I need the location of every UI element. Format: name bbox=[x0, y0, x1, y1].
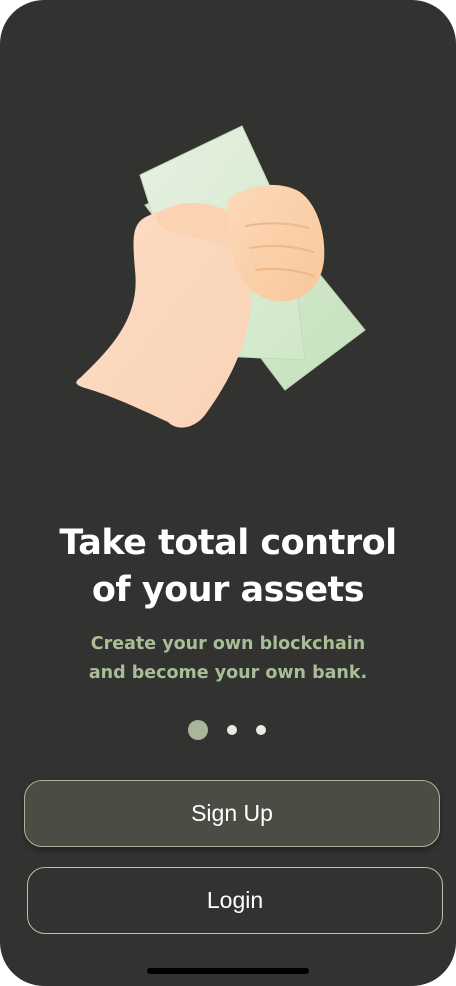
home-indicator bbox=[147, 968, 309, 974]
subtitle-line-1: Create your own blockchain bbox=[90, 634, 366, 654]
page-indicator bbox=[0, 718, 456, 742]
title-line-2: of your assets bbox=[91, 570, 365, 610]
login-label: Login bbox=[206, 887, 264, 913]
page-title: Take total control of your assets bbox=[0, 520, 456, 614]
login-button[interactable]: Login bbox=[27, 867, 443, 934]
subtitle-line-2: and become your own bank. bbox=[88, 663, 368, 683]
title-line-1: Take total control bbox=[59, 523, 397, 563]
onboarding-screen: Take total control of your assets Create… bbox=[0, 0, 456, 986]
hand-holding-cash-icon bbox=[76, 125, 366, 428]
page-subtitle: Create your own blockchain and become yo… bbox=[0, 630, 456, 688]
sign-up-label: Sign Up bbox=[191, 800, 273, 826]
sign-up-button[interactable]: Sign Up bbox=[24, 780, 440, 847]
page-dot-1-active[interactable] bbox=[188, 720, 208, 740]
page-dot-2[interactable] bbox=[227, 725, 237, 735]
page-dot-3[interactable] bbox=[256, 725, 266, 735]
